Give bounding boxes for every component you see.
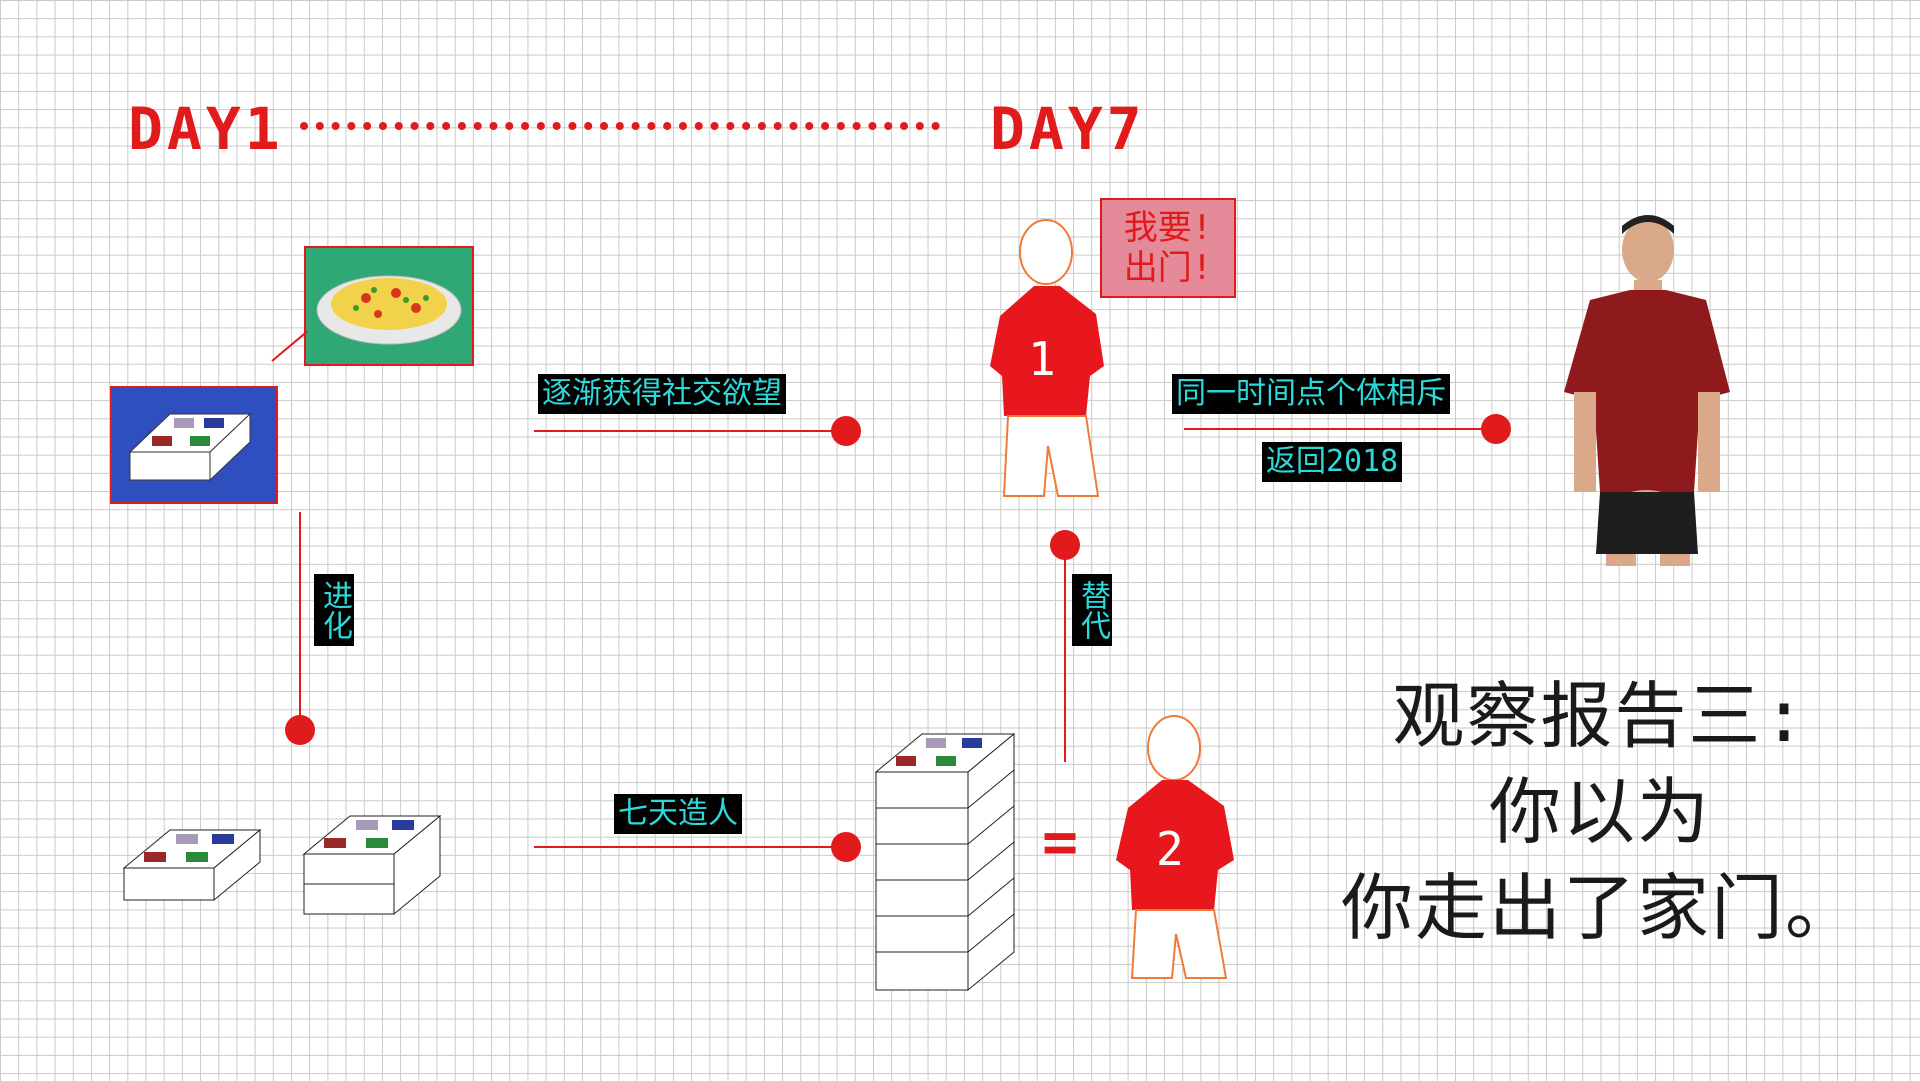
day7-label: DAY7 — [990, 95, 1146, 163]
speech-bubble: 我要! 出门! — [1100, 198, 1236, 298]
replace-line — [1064, 556, 1066, 762]
connector-line — [271, 330, 308, 362]
unique-time-line — [1184, 428, 1496, 430]
speech-line-1: 我要! — [1123, 208, 1213, 248]
replace-label: 替代 — [1072, 574, 1112, 646]
crayon-box-image — [110, 386, 278, 504]
observation-report: 观察报告三: 你以为 你走出了家门。 — [1340, 674, 1859, 950]
seven-days-label: 七天造人 — [614, 794, 742, 834]
shirt-number-two: 2 — [1156, 822, 1184, 876]
person-photo — [1560, 204, 1734, 566]
fried-rice-image — [304, 246, 474, 366]
social-desire-label: 逐渐获得社交欲望 — [538, 374, 786, 414]
equals-sign: = — [1042, 807, 1079, 877]
return-year-label: 返回2018 — [1262, 442, 1403, 482]
shirt-number-one: 1 — [1028, 332, 1056, 386]
social-desire-endpoint — [831, 416, 861, 446]
evolve-label: 进化 — [314, 574, 354, 646]
crayon-box-stack — [874, 732, 1016, 992]
speech-line-2: 出门! — [1123, 248, 1213, 288]
evolve-line — [299, 512, 301, 730]
seven-days-endpoint — [831, 832, 861, 862]
social-desire-line — [534, 430, 846, 432]
crayon-box-double — [300, 810, 446, 918]
unique-time-endpoint — [1481, 414, 1511, 444]
evolve-endpoint — [285, 715, 315, 745]
day1-label: DAY1 — [128, 95, 284, 163]
timeline-dotted-line — [300, 122, 940, 130]
crayon-box-small — [120, 824, 264, 904]
unique-time-label: 同一时间点个体相斥 — [1172, 374, 1450, 414]
seven-days-line — [534, 846, 846, 848]
